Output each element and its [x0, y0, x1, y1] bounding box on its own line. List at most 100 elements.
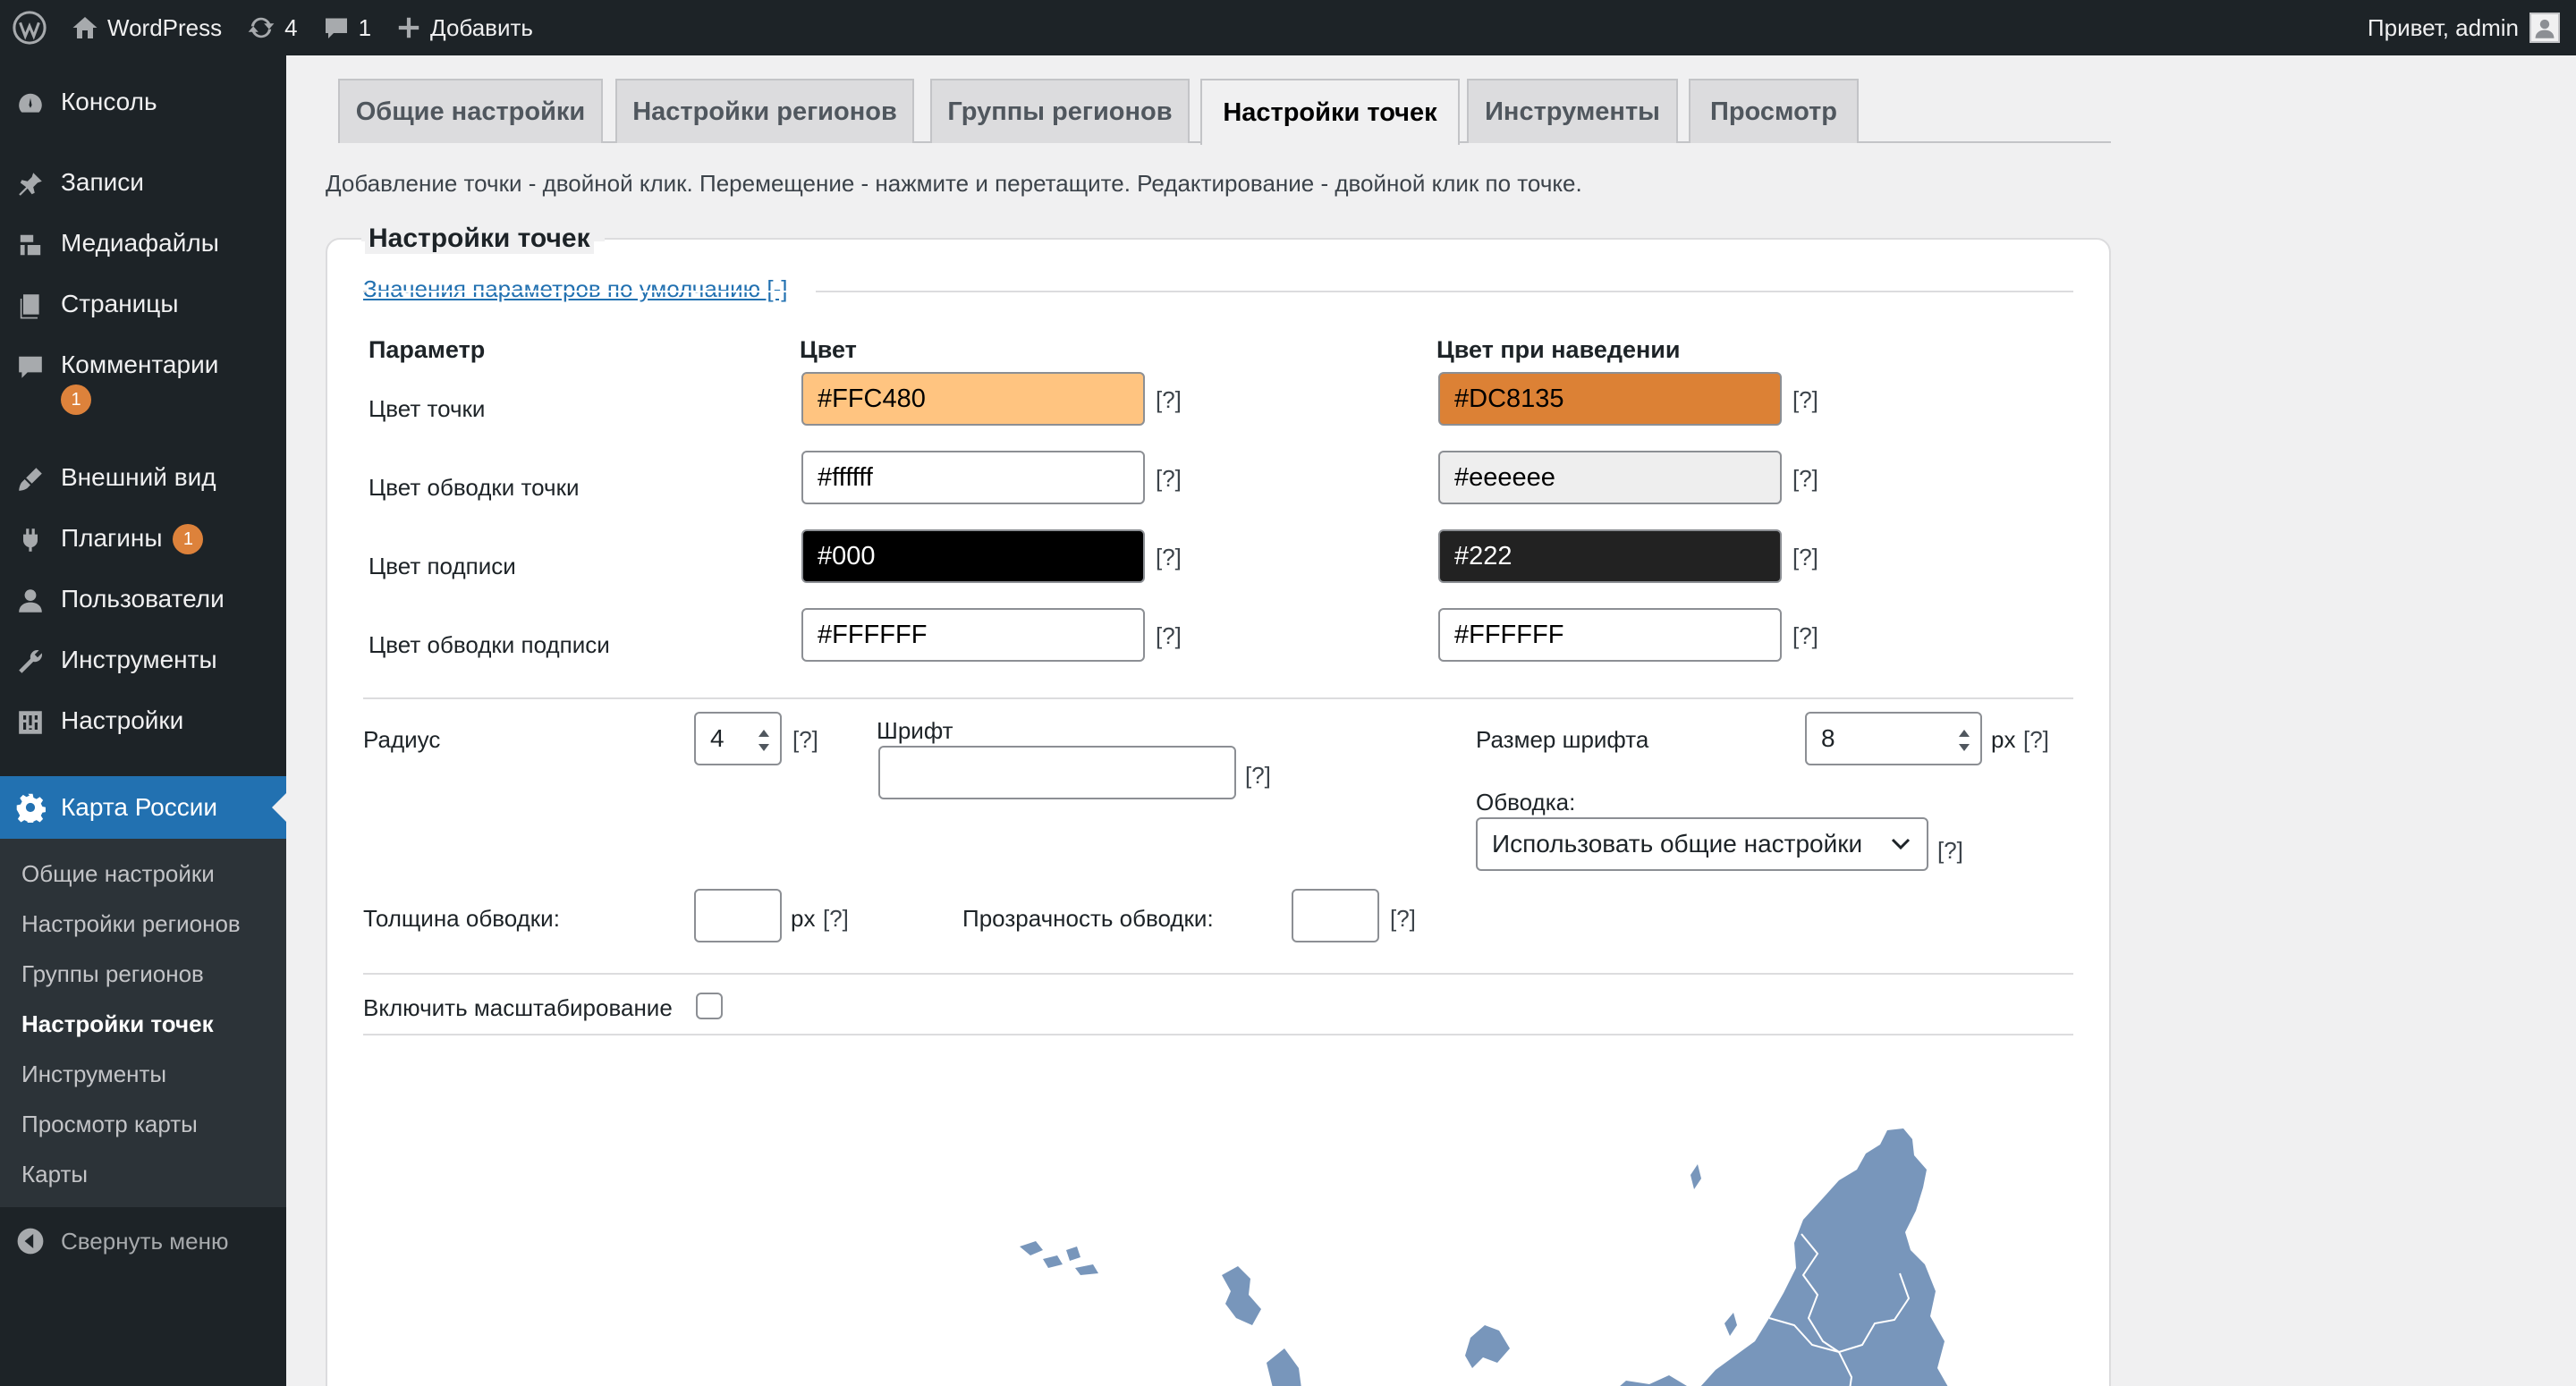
gear-icon — [14, 791, 47, 824]
spinner-icon[interactable] — [758, 730, 769, 751]
home-icon — [72, 17, 97, 38]
comment-icon — [325, 18, 347, 38]
menu-label: Инструменты — [61, 646, 217, 673]
stroke-opacity-input[interactable] — [1292, 889, 1379, 942]
help-link[interactable]: [?] — [1792, 386, 1818, 414]
help-link[interactable]: [?] — [823, 905, 849, 933]
radius-input[interactable]: 4 — [694, 712, 782, 765]
tab-points[interactable]: Настройки точек — [1200, 79, 1460, 145]
help-link[interactable]: [?] — [792, 726, 818, 754]
menu-item-appearance[interactable]: Внешний вид — [0, 463, 286, 495]
help-link[interactable]: [?] — [1156, 386, 1182, 414]
row-label-point-stroke: Цвет обводки точки — [369, 474, 580, 501]
point-stroke-hover-input[interactable]: #eeeeee — [1438, 451, 1782, 504]
submenu-regions[interactable]: Настройки регионов — [21, 910, 241, 938]
menu-label: Настройки — [61, 706, 184, 734]
help-link[interactable]: [?] — [1390, 905, 1416, 933]
menu-item-tools[interactable]: Инструменты — [0, 646, 286, 678]
brush-icon — [14, 463, 47, 495]
add-new-label: Добавить — [430, 13, 533, 41]
my-account[interactable]: Привет, admin — [2368, 13, 2576, 43]
wp-logo-icon[interactable] — [0, 0, 59, 55]
map-island-e — [1020, 1241, 1043, 1255]
stroke-width-input[interactable] — [694, 889, 782, 942]
submenu-general[interactable]: Общие настройки — [21, 860, 215, 888]
px-unit: px — [791, 905, 816, 932]
divider — [363, 1034, 2073, 1035]
help-link[interactable]: [?] — [2023, 726, 2049, 754]
map-island-i — [1267, 1348, 1301, 1386]
spinner-icon[interactable] — [1959, 730, 1970, 751]
help-link[interactable]: [?] — [1792, 544, 1818, 571]
site-name: WordPress — [107, 13, 223, 41]
updates-link[interactable]: 4 — [234, 0, 309, 55]
site-name-link[interactable]: WordPress — [59, 0, 234, 55]
menu-label: Комментарии — [61, 351, 219, 378]
caption-stroke-color-input[interactable]: #FFFFFF — [801, 608, 1145, 662]
menu-item-posts[interactable]: Записи — [0, 168, 286, 200]
wrench-icon — [14, 646, 47, 678]
help-link[interactable]: [?] — [1245, 762, 1271, 790]
header-param: Параметр — [369, 336, 486, 363]
menu-item-pages[interactable]: Страницы — [0, 290, 286, 322]
tab-region-groups[interactable]: Группы регионов — [930, 79, 1190, 143]
point-hover-color-input[interactable]: #DC8135 — [1438, 372, 1782, 426]
caption-stroke-hover-input[interactable]: #FFFFFF — [1438, 608, 1782, 662]
comments-badge: 1 — [61, 385, 91, 415]
point-color-input[interactable]: #FFC480 — [801, 372, 1145, 426]
header-hover: Цвет при наведении — [1436, 336, 1681, 363]
map-island-a — [1724, 1313, 1737, 1336]
menu-item-media[interactable]: Медиафайлы — [0, 229, 286, 261]
menu-item-comments[interactable]: Комментарии 1 — [0, 351, 286, 422]
caption-hover-color-input[interactable]: #222 — [1438, 529, 1782, 583]
collapse-menu-button[interactable]: Свернуть меню — [0, 1225, 228, 1257]
russia-map[interactable] — [327, 240, 2111, 1386]
submenu-points[interactable]: Настройки точек — [21, 1010, 214, 1038]
submenu-view-map[interactable]: Просмотр карты — [21, 1111, 198, 1138]
stroke-select[interactable]: Использовать общие настройки — [1476, 817, 1928, 871]
active-arrow — [272, 793, 286, 822]
tab-preview[interactable]: Просмотр — [1689, 79, 1859, 143]
tab-tools[interactable]: Инструменты — [1467, 79, 1678, 143]
map-island-d — [1222, 1266, 1261, 1325]
font-size-input[interactable]: 8 — [1805, 712, 1982, 765]
help-link[interactable]: [?] — [1792, 622, 1818, 650]
help-link[interactable]: [?] — [1156, 465, 1182, 493]
tab-regions[interactable]: Настройки регионов — [615, 79, 914, 143]
collapse-label: Свернуть меню — [61, 1227, 229, 1255]
menu-label: Карта России — [61, 793, 217, 821]
tab-general[interactable]: Общие настройки — [338, 79, 603, 143]
submenu-tools[interactable]: Инструменты — [21, 1061, 166, 1088]
help-link[interactable]: [?] — [1156, 622, 1182, 650]
submenu-region-groups[interactable]: Группы регионов — [21, 960, 204, 988]
font-input[interactable] — [878, 746, 1236, 799]
menu-item-users[interactable]: Пользователи — [0, 585, 286, 617]
plugin-icon — [14, 524, 47, 556]
map-regions[interactable] — [962, 1128, 1955, 1386]
help-link[interactable]: [?] — [1937, 837, 1963, 865]
radius-value: 4 — [710, 724, 724, 752]
menu-item-dashboard[interactable]: Консоль — [0, 88, 286, 120]
submenu-maps[interactable]: Карты — [21, 1161, 88, 1188]
point-stroke-color-input[interactable]: #ffffff — [801, 451, 1145, 504]
menu-item-settings[interactable]: Настройки — [0, 706, 286, 739]
stroke-select-value: Использовать общие настройки — [1492, 830, 1863, 858]
caption-color-input[interactable]: #000 — [801, 529, 1145, 583]
menu-item-karta-rossii[interactable]: Карта России — [0, 776, 286, 839]
add-new-link[interactable]: Добавить — [384, 0, 546, 55]
updates-count: 4 — [284, 13, 298, 41]
zoom-checkbox[interactable] — [696, 993, 723, 1019]
header-color: Цвет — [800, 336, 857, 363]
map-region-far-east — [1700, 1128, 1948, 1386]
collapse-icon — [14, 1225, 47, 1257]
menu-item-plugins[interactable]: Плагины 1 — [0, 524, 286, 556]
map-island-c — [1465, 1325, 1510, 1368]
user-icon — [14, 585, 47, 617]
defaults-toggle-link[interactable]: Значения параметров по умолчанию [-] — [363, 275, 788, 303]
divider — [363, 697, 2073, 699]
comments-link[interactable]: 1 — [310, 0, 384, 55]
px-unit: px — [1991, 726, 2016, 753]
comments-count: 1 — [358, 13, 372, 41]
help-link[interactable]: [?] — [1156, 544, 1182, 571]
help-link[interactable]: [?] — [1792, 465, 1818, 493]
